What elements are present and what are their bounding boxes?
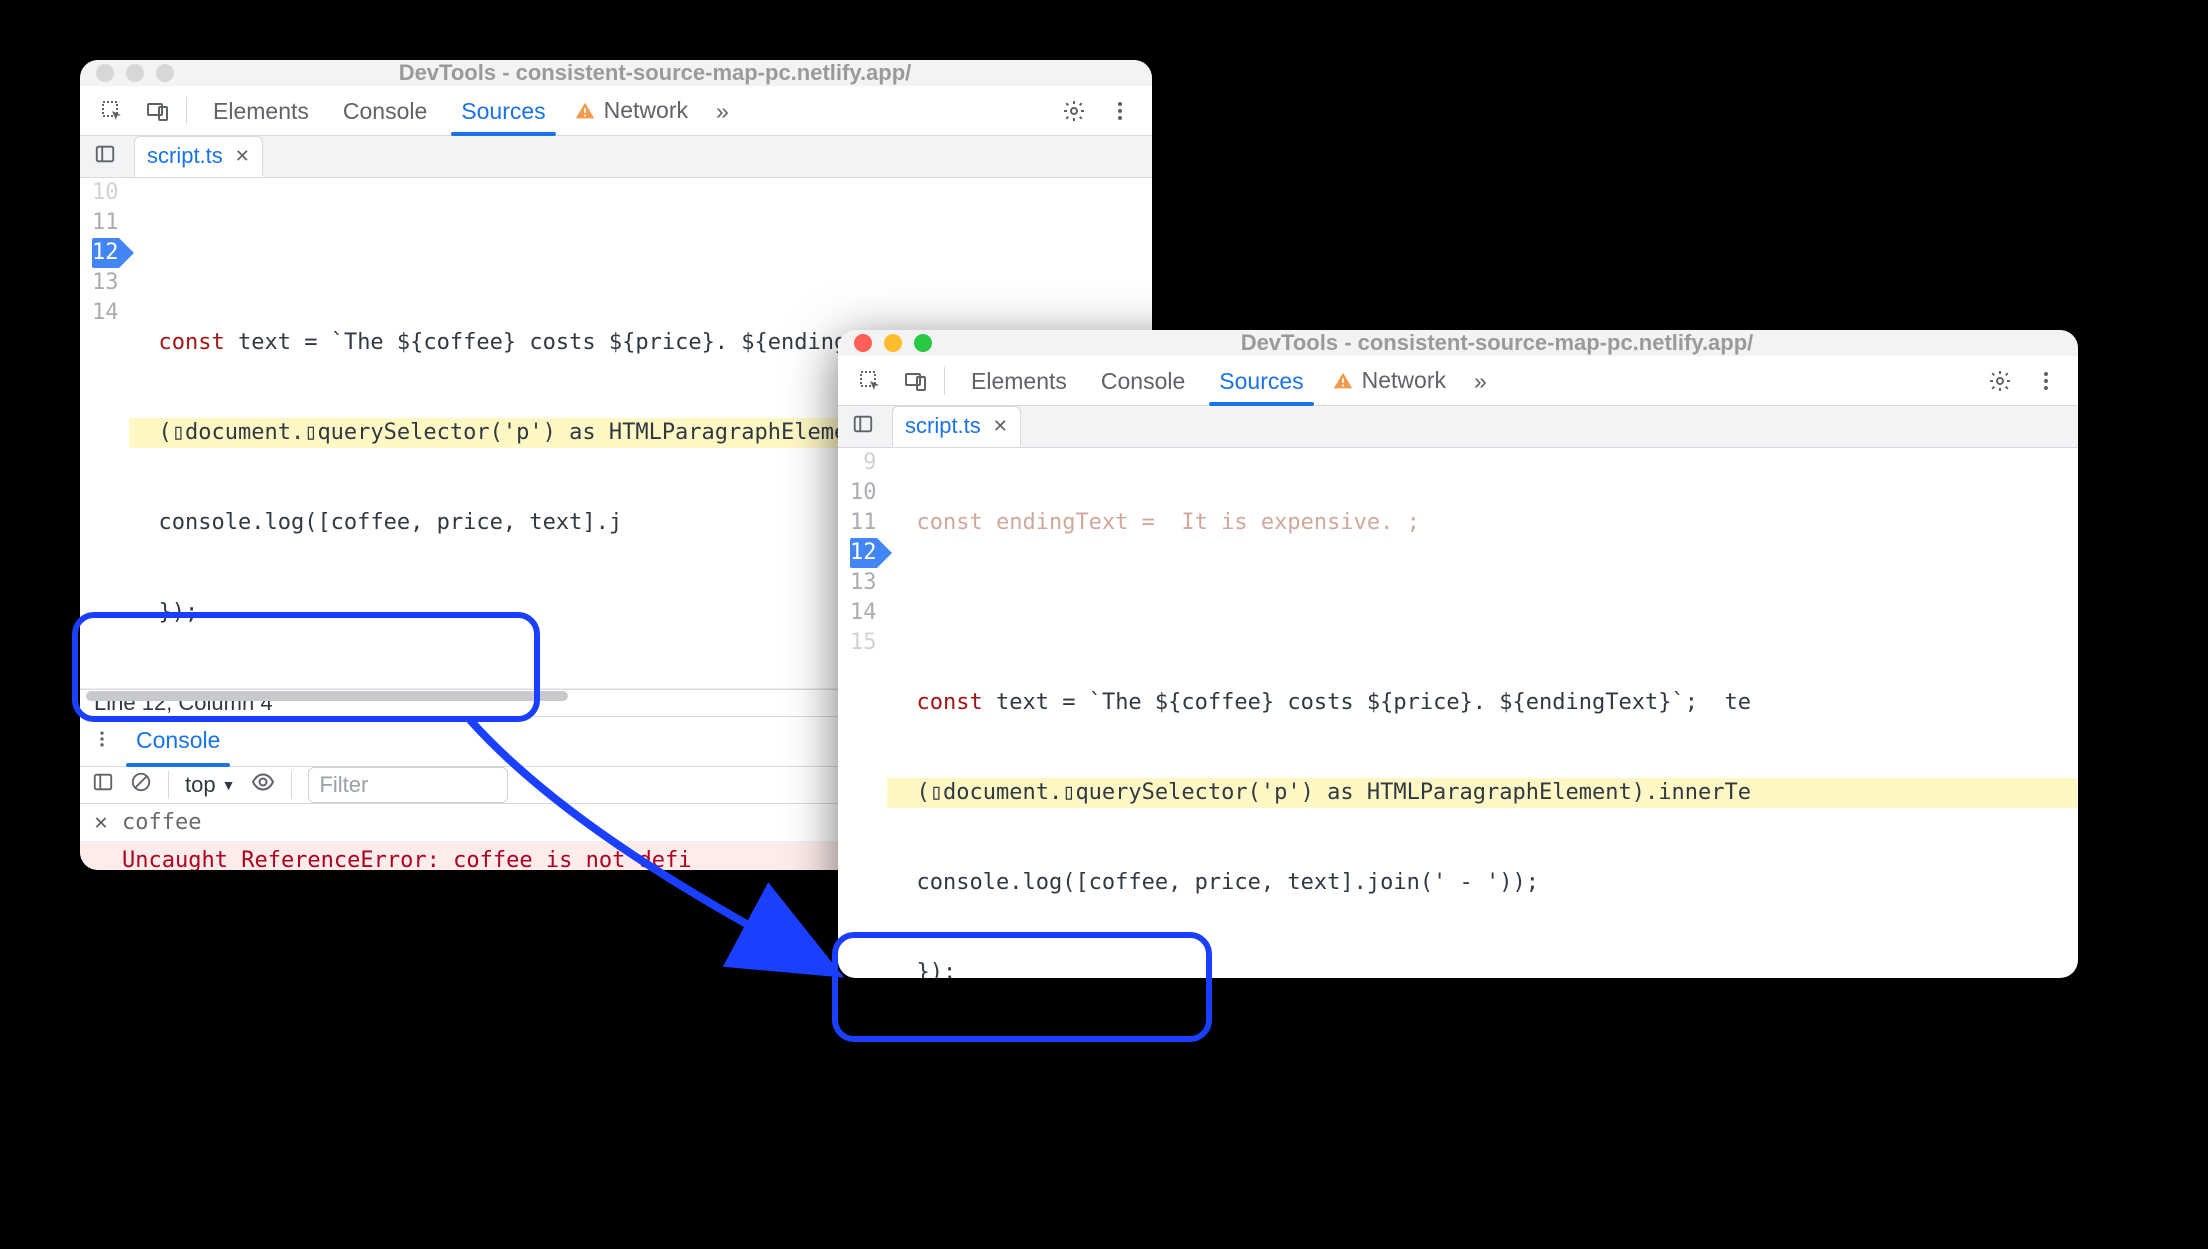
- tab-network[interactable]: Network: [1332, 367, 1446, 394]
- tab-network[interactable]: Network: [574, 97, 688, 124]
- file-tab-script-ts[interactable]: script.ts ✕: [134, 136, 263, 177]
- tab-network-label: Network: [604, 97, 688, 124]
- line-number[interactable]: 13: [850, 568, 877, 598]
- tab-sources[interactable]: Sources: [1213, 356, 1309, 405]
- close-icon[interactable]: [96, 64, 114, 82]
- device-toolbar-icon[interactable]: [898, 363, 934, 399]
- tab-console[interactable]: Console: [1095, 356, 1191, 405]
- minimize-icon[interactable]: [126, 64, 144, 82]
- close-icon[interactable]: ✕: [92, 810, 110, 835]
- window-title: DevTools - consistent-source-map-pc.netl…: [174, 60, 1136, 86]
- main-tabs: Elements Console Sources Network »: [80, 86, 1152, 136]
- settings-icon[interactable]: [1982, 363, 2018, 399]
- drawer-tab-console[interactable]: Console: [130, 717, 226, 766]
- kebab-icon[interactable]: [2028, 363, 2064, 399]
- inspect-icon[interactable]: [852, 363, 888, 399]
- maximize-icon[interactable]: [914, 334, 932, 352]
- tab-more[interactable]: »: [710, 86, 735, 135]
- console-error-text: Uncaught ReferenceError: coffee is not d…: [122, 848, 692, 870]
- line-number[interactable]: 14: [92, 298, 119, 328]
- line-number[interactable]: 9: [850, 448, 877, 478]
- file-tab-script-ts[interactable]: script.ts ✕: [892, 406, 1021, 447]
- minimize-icon[interactable]: [884, 334, 902, 352]
- line-number[interactable]: 13: [92, 268, 119, 298]
- live-expression-icon[interactable]: [251, 770, 275, 800]
- file-tab-label: script.ts: [905, 413, 981, 439]
- code-line: });: [887, 958, 2079, 978]
- code-line: [887, 598, 2079, 628]
- line-number[interactable]: 10: [850, 478, 877, 508]
- code-line: const endingText = It is expensive. ;: [887, 508, 2079, 538]
- close-icon[interactable]: [854, 334, 872, 352]
- inspect-icon[interactable]: [94, 93, 130, 129]
- close-icon[interactable]: ✕: [993, 416, 1008, 437]
- code-line: [129, 238, 1153, 268]
- traffic-lights: [96, 64, 174, 82]
- file-tab-bar: script.ts ✕: [838, 406, 2078, 448]
- navigator-toggle-icon[interactable]: [852, 413, 874, 441]
- console-filter-input[interactable]: Filter: [308, 767, 508, 803]
- code-line: const text = `The ${coffee} costs ${pric…: [887, 688, 2079, 718]
- main-tabs: Elements Console Sources Network »: [838, 356, 2078, 406]
- line-number[interactable]: 14: [850, 598, 877, 628]
- console-input-text: coffee: [122, 810, 201, 835]
- file-tab-label: script.ts: [147, 143, 223, 169]
- tab-more[interactable]: »: [1468, 356, 1493, 405]
- line-gutter[interactable]: 9 10 11 12 13 14 15: [838, 448, 887, 978]
- breakpoint-line[interactable]: 12: [850, 538, 877, 568]
- line-number[interactable]: 10: [92, 178, 119, 208]
- settings-icon[interactable]: [1056, 93, 1092, 129]
- breakpoint-line[interactable]: 12: [92, 238, 119, 268]
- tab-elements[interactable]: Elements: [965, 356, 1073, 405]
- tab-sources[interactable]: Sources: [455, 86, 551, 135]
- devtools-window-after: DevTools - consistent-source-map-pc.netl…: [838, 330, 2078, 978]
- navigator-toggle-icon[interactable]: [94, 143, 116, 171]
- clear-console-icon[interactable]: [130, 771, 152, 799]
- code-body[interactable]: const endingText = It is expensive. ; co…: [887, 448, 2079, 978]
- titlebar[interactable]: DevTools - consistent-source-map-pc.netl…: [80, 60, 1152, 86]
- kebab-icon[interactable]: [1102, 93, 1138, 129]
- window-title: DevTools - consistent-source-map-pc.netl…: [932, 330, 2062, 356]
- device-toolbar-icon[interactable]: [140, 93, 176, 129]
- traffic-lights: [854, 334, 932, 352]
- tab-elements[interactable]: Elements: [207, 86, 315, 135]
- line-number[interactable]: 11: [850, 508, 877, 538]
- line-number[interactable]: 11: [92, 208, 119, 238]
- sidebar-toggle-icon[interactable]: [92, 771, 114, 799]
- code-editor[interactable]: 9 10 11 12 13 14 15 const endingText = I…: [838, 448, 2078, 978]
- maximize-icon[interactable]: [156, 64, 174, 82]
- context-selector[interactable]: top▼: [185, 772, 235, 798]
- titlebar[interactable]: DevTools - consistent-source-map-pc.netl…: [838, 330, 2078, 356]
- close-icon[interactable]: ✕: [235, 146, 250, 167]
- tab-console[interactable]: Console: [337, 86, 433, 135]
- code-line: console.log([coffee, price, text].join('…: [887, 868, 2079, 898]
- code-line-highlight: (▯document.▯querySelector('p') as HTMLPa…: [887, 778, 2079, 808]
- kebab-icon[interactable]: [92, 729, 112, 755]
- line-number[interactable]: 15: [850, 628, 877, 658]
- filter-placeholder: Filter: [319, 772, 368, 798]
- file-tab-bar: script.ts ✕: [80, 136, 1152, 178]
- tab-network-label: Network: [1362, 367, 1446, 394]
- line-gutter[interactable]: 10 11 12 13 14: [80, 178, 129, 688]
